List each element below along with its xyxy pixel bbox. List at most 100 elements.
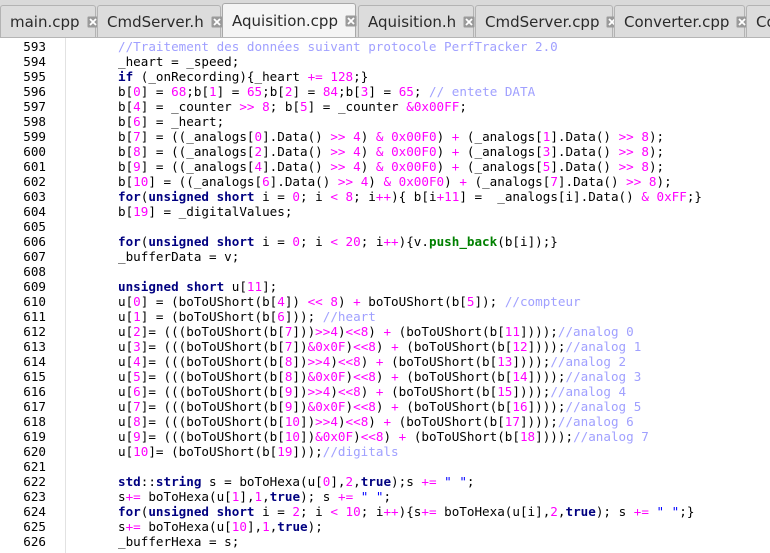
code-token: ]= (((boToUShort(b[ xyxy=(140,354,285,369)
code-token: u[ xyxy=(118,339,134,354)
close-tab-icon[interactable] xyxy=(344,14,358,28)
code-token: 1 xyxy=(133,309,141,324)
line-number: 610 xyxy=(23,294,46,309)
code-token: + xyxy=(391,339,399,354)
code-token: ]= (((boToUShort(b[ xyxy=(140,369,285,384)
code-token: 8 xyxy=(262,99,270,114)
tab-main-cpp[interactable]: main.cpp xyxy=(0,5,99,37)
code-token: ]) xyxy=(300,429,316,444)
code-line: _heart = _speed; xyxy=(118,54,239,69)
line-number: 626 xyxy=(23,534,46,549)
code-token: //analog 1 xyxy=(565,339,642,354)
code-token: >> xyxy=(626,174,642,189)
code-token: + xyxy=(353,294,361,309)
code-token: //analog 2 xyxy=(550,354,627,369)
code-token: 6 xyxy=(133,114,141,129)
line-number: 605 xyxy=(23,219,46,234)
code-line: u[1] = (boToUShort(b[6])); //heart xyxy=(118,309,376,324)
code-token: _bufferData = v; xyxy=(118,249,240,264)
code-token: ] = xyxy=(140,84,172,99)
code-token: true xyxy=(565,504,596,519)
code-token: ; xyxy=(466,474,475,489)
line-number: 616 xyxy=(23,384,46,399)
line-number: 597 xyxy=(23,99,46,114)
code-token: 65 xyxy=(398,84,414,99)
code-token: 10 xyxy=(345,504,361,519)
code-token: ]) xyxy=(292,399,308,414)
code-token: u[ xyxy=(118,324,134,339)
code-token: ) xyxy=(368,324,384,339)
code-token: >> xyxy=(307,384,323,399)
code-token: 0 xyxy=(133,84,141,99)
code-token: 12 xyxy=(512,339,528,354)
code-token: b[ xyxy=(118,129,134,144)
code-token: //analog 6 xyxy=(557,414,634,429)
line-number: 617 xyxy=(23,399,46,414)
code-token: 8 xyxy=(368,369,376,384)
code-token: 18 xyxy=(519,429,536,444)
line-number: 611 xyxy=(23,309,46,324)
code-token: 8 xyxy=(641,129,649,144)
code-line: b[9] = ((_analogs[4].Data() >> 4) & 0x00… xyxy=(118,159,664,174)
code-token: ; i xyxy=(300,504,331,519)
code-token: ]))); xyxy=(519,414,558,429)
code-token: b[ xyxy=(118,174,134,189)
code-token: 84 xyxy=(322,84,338,99)
code-token: ++ xyxy=(383,234,399,249)
code-token: (_analogs[ xyxy=(459,144,543,159)
code-token: 8 xyxy=(641,144,649,159)
tab-aquisition-h[interactable]: Aquisition.h xyxy=(358,5,475,37)
code-token: 8 xyxy=(133,144,141,159)
code-token: ] = _analogs[i].Data() xyxy=(459,189,642,204)
line-number: 609 xyxy=(23,279,46,294)
tab-cmdserver-cpp[interactable]: CmdServer.cpp xyxy=(475,5,618,37)
code-text-area[interactable]: //Traitement des données suivant protoco… xyxy=(66,38,770,553)
code-token: ) xyxy=(444,174,460,189)
code-token: < xyxy=(330,234,338,249)
tab-cmdserver-h[interactable]: CmdServer.h xyxy=(97,5,223,37)
line-number: 601 xyxy=(23,159,46,174)
code-token: ]) xyxy=(292,369,308,384)
code-token: true xyxy=(277,519,308,534)
code-token: ); xyxy=(656,174,672,189)
tab-label: CmdServer.cpp xyxy=(485,12,600,31)
code-token: u[ xyxy=(118,309,134,324)
code-token: 0x00F0 xyxy=(391,129,437,144)
code-token: //analog 3 xyxy=(565,369,642,384)
tab-co[interactable]: Co xyxy=(746,5,770,37)
tab-converter-cpp[interactable]: Converter.cpp xyxy=(614,5,748,37)
code-token: + xyxy=(383,324,392,339)
code-line: u[6]= (((boToUShort(b[9])>>4)<<8) + (boT… xyxy=(118,384,626,399)
code-token: (boToUShort(b[ xyxy=(398,369,513,384)
code-token: ] = _heart; xyxy=(140,114,225,129)
code-token: unsigned short xyxy=(148,234,255,249)
code-token: ]); xyxy=(474,294,505,309)
tab-aquisition-cpp[interactable]: Aquisition.cpp xyxy=(222,3,358,37)
code-token: 8 xyxy=(330,294,338,309)
code-token: ] = ((_analogs[ xyxy=(148,174,263,189)
code-token: ) xyxy=(360,384,376,399)
code-token: 0x0F xyxy=(322,429,354,444)
code-token: 7 xyxy=(133,129,141,144)
code-token: ] = xyxy=(368,84,399,99)
code-token: ) xyxy=(375,399,392,414)
code-token: << xyxy=(345,324,361,339)
code-token: << xyxy=(345,414,361,429)
code-token: ] = _counter xyxy=(307,99,407,114)
code-token: (_analogs[ xyxy=(459,159,543,174)
code-token: (boToUShort(b[ xyxy=(383,354,498,369)
code-token: (b[i]);} xyxy=(497,234,558,249)
code-token: 10 xyxy=(133,174,149,189)
code-line: u[10]= (boToUShort(b[19]));//digitals xyxy=(118,444,399,459)
code-token: boToHexa(u[ xyxy=(140,489,232,504)
code-line: if (_onRecording){_heart += 128;} xyxy=(118,69,368,84)
code-token: >> xyxy=(330,144,346,159)
code-token: ].Data() xyxy=(550,129,619,144)
code-token: , xyxy=(262,489,270,504)
code-token: ].Data() xyxy=(262,129,331,144)
line-number-gutter: 593 594 595 596 597 598 599 600 601 602 603 604 605 6… xyxy=(0,38,66,553)
